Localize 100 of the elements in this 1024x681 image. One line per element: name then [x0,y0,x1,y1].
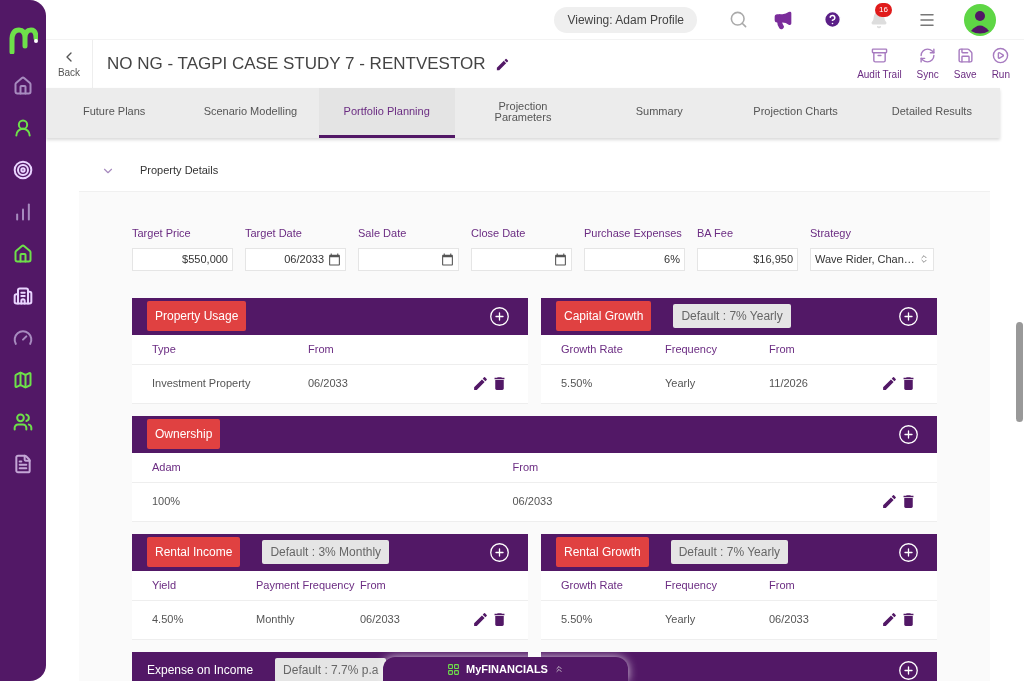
column-header: Yield [152,577,178,593]
edit-icon[interactable] [881,611,898,628]
date-field[interactable] [358,247,459,271]
toolbar-button[interactable]: Save [953,46,977,82]
table-cell-text: 06/2033 [512,494,554,510]
field-label: Target Date [245,226,303,241]
edit-icon[interactable] [495,56,511,72]
help-icon[interactable] [823,10,842,29]
toolbar-button[interactable]: Sync [916,46,939,82]
document-icon[interactable] [13,454,33,474]
table-cell-text: 06/2033 [308,376,349,392]
notification-badge: 16 [875,2,892,17]
table-cell-text: Yearly [665,612,697,628]
toolbar-button[interactable]: Run [991,46,1010,82]
add-icon[interactable] [898,423,919,445]
gauge-icon[interactable] [13,328,33,348]
field-label: Target Price [132,226,192,241]
add-icon[interactable] [898,541,919,563]
table-cell-text: Yearly [665,376,697,392]
tab[interactable]: Future Plans [46,88,183,138]
field-label: BA Fee [697,226,735,241]
field-label: Strategy [810,226,852,241]
user-icon[interactable] [13,118,33,138]
logo-icon [8,26,38,54]
column-header: Growth Rate [561,577,624,593]
table-cell-text: 06/2033 [769,612,810,628]
column-header: Adam [152,459,182,475]
table-cell-text: 100% [152,494,182,510]
bar-chart-icon[interactable] [13,202,33,222]
toolbar-button[interactable]: Audit Trail [857,46,902,82]
tab[interactable]: Projection Parameters [454,88,592,138]
field-value: 06/2033 [284,252,324,265]
avatar-icon[interactable] [964,3,996,36]
table-cell-text: 5.50% [561,612,594,628]
table-cell-text: 06/2033 [360,612,401,628]
input-field[interactable]: $550,000 [132,247,233,271]
megaphone-icon[interactable] [773,9,793,30]
edit-icon[interactable] [881,493,898,510]
input-field[interactable]: 6% [584,247,685,271]
edit-icon[interactable] [472,611,489,628]
column-header: From [360,577,387,593]
myfinancials-tab[interactable]: MyFINANCIALS [383,657,628,681]
calendar-icon[interactable] [441,252,454,266]
panel-title: Rental Income [147,537,241,567]
dropdown-icon [919,254,929,264]
add-icon[interactable] [898,659,919,681]
select-value: Wave Rider, Chan… [815,251,915,267]
date-field[interactable] [471,247,572,271]
home-icon[interactable] [13,76,33,96]
table-cell-text: 4.50% [152,612,185,628]
column-header: Type [152,341,177,357]
tab[interactable]: Scenario Modelling [182,88,319,138]
panel-title: Expense on Income [147,662,254,679]
tab[interactable]: Summary [591,88,728,138]
archive-icon [870,46,888,64]
add-icon[interactable] [489,305,510,327]
users-icon[interactable] [13,412,33,432]
expand-icon [553,664,564,674]
page-title: NO NG - TAGPI CASE STUDY 7 - RENTVESTOR [107,53,486,76]
calendar-icon[interactable] [328,252,341,266]
viewing-pill: Viewing: Adam Profile [554,6,697,33]
column-header: Frequency [665,341,718,357]
column-header: Growth Rate [561,341,624,357]
field-value: $550,000 [182,252,228,265]
target-icon[interactable] [13,160,33,180]
tab[interactable]: Projection Charts [727,88,864,138]
default-chip: Default : 7% Yearly [673,304,791,328]
edit-icon[interactable] [472,375,489,392]
column-header: From [769,341,796,357]
save-icon [956,46,974,64]
input-field[interactable]: $16,950 [697,247,798,271]
field-label: Close Date [471,226,527,241]
edit-icon[interactable] [881,375,898,392]
table-cell-text: Investment Property [152,376,252,392]
date-field[interactable]: 06/2033 [245,247,346,271]
panel-title: Rental Growth [556,537,649,567]
add-icon[interactable] [898,305,919,327]
panel-title: Property Usage [147,301,247,331]
table-cell-text: 11/2026 [769,376,809,392]
column-header: From [769,577,796,593]
panel-title: Ownership [147,419,221,449]
map-icon[interactable] [13,370,33,390]
building-icon[interactable] [13,286,33,306]
field-label: Purchase Expenses [584,226,683,241]
tab[interactable]: Detailed Results [863,88,1000,138]
grid-icon [447,662,461,676]
column-header: Frequency [665,577,718,593]
calendar-icon[interactable] [554,252,567,266]
table-cell-text: 5.50% [561,376,594,392]
play-icon [992,46,1010,64]
field-value: 6% [664,252,680,265]
field-label: Sale Date [358,226,408,241]
add-icon[interactable] [489,541,510,563]
sync-icon [919,46,937,64]
column-header: From [308,341,335,357]
column-header: Payment Frequency [256,577,356,593]
default-chip: Default : 7% Yearly [670,540,789,564]
tab[interactable]: Portfolio Planning [318,88,455,138]
strategy-select[interactable]: Wave Rider, Chan… [810,247,934,271]
house-icon[interactable] [13,244,33,264]
